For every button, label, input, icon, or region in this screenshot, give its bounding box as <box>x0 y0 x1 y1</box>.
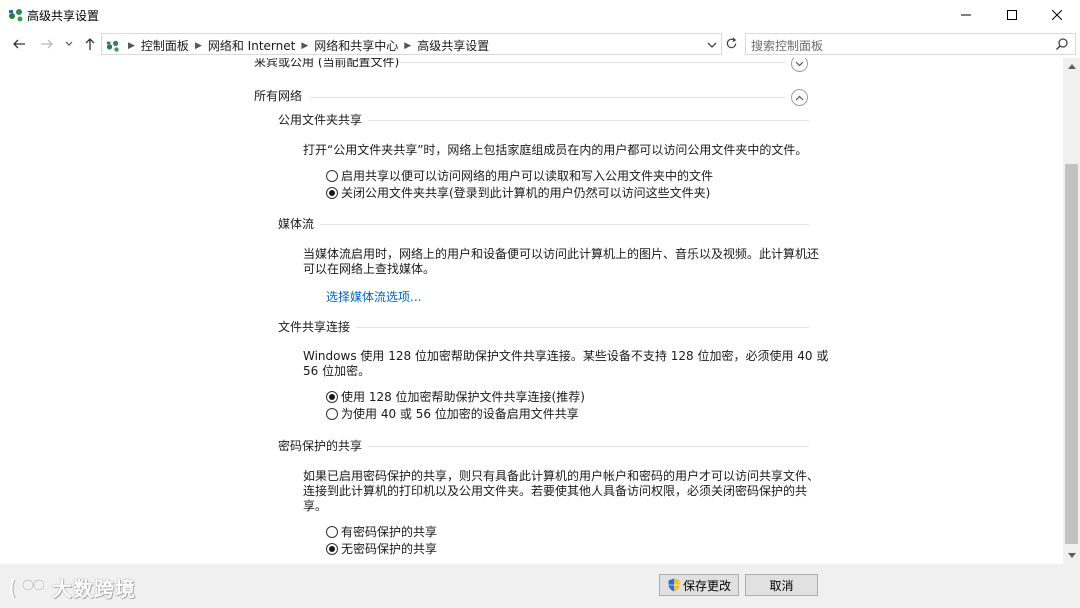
breadcrumb-advanced-sharing[interactable]: 高级共享设置 <box>417 37 489 54</box>
enable-public-sharing-option[interactable]: 启用共享以便可以访问网络的用户可以读取和写入公用文件夹中的文件 <box>326 167 713 184</box>
save-changes-button[interactable]: 保存更改 <box>659 574 739 596</box>
divider <box>310 97 786 98</box>
chevron-right-icon[interactable]: ▶ <box>404 41 411 51</box>
chevron-right-icon[interactable]: ▶ <box>128 41 135 51</box>
maximize-button[interactable] <box>989 0 1035 30</box>
divider <box>368 446 809 447</box>
chevron-right-icon[interactable]: ▶ <box>301 41 308 51</box>
title-bar: 高级共享设置 <box>0 0 1080 30</box>
radio-unchecked[interactable] <box>326 407 338 420</box>
media-streaming-options-link[interactable]: 选择媒体流选项... <box>326 288 421 305</box>
radio-unchecked[interactable] <box>326 525 338 538</box>
collapse-all-networks-button[interactable] <box>791 89 808 106</box>
arrow-up-icon <box>85 38 95 50</box>
settings-content: 来宾或公用 (当前配置文件) 所有网络 公用文件夹共享 打开“公用文件夹共享”时… <box>0 58 1062 564</box>
cancel-button[interactable]: 取消 <box>745 574 818 596</box>
public-folder-description: 打开“公用文件夹共享”时，网络上包括家庭组成员在内的用户都可以访问公用文件夹中的… <box>303 143 808 157</box>
scrollbar-thumb[interactable] <box>1065 164 1078 544</box>
radio-checked[interactable] <box>326 390 338 403</box>
minimize-button[interactable] <box>943 0 989 30</box>
radio-checked[interactable] <box>326 542 338 555</box>
refresh-icon <box>726 36 736 48</box>
footer-bar: 大数跨境 保存更改 取消 <box>0 564 1080 608</box>
address-bar[interactable]: ▶ 控制面板 ▶ 网络和 Internet ▶ 网络和共享中心 ▶ 高级共享设置 <box>101 33 722 55</box>
forward-button[interactable] <box>38 35 56 53</box>
watermark-logo-icon <box>10 577 46 598</box>
watermark: 大数跨境 <box>8 573 136 602</box>
divider <box>356 327 809 328</box>
up-button[interactable] <box>81 35 99 53</box>
chevron-down-icon[interactable] <box>705 38 719 52</box>
media-description-line1: 当媒体流启用时，网络上的用户和设备便可以访问此计算机上的图片、音乐以及视频。此计… <box>303 247 820 261</box>
triangle-up-icon <box>1067 64 1076 69</box>
scroll-down-button[interactable] <box>1063 547 1080 564</box>
network-icon <box>9 9 23 22</box>
watermark-text: 大数跨境 <box>52 577 136 601</box>
vertical-scrollbar[interactable] <box>1063 58 1080 564</box>
close-button[interactable] <box>1034 0 1080 30</box>
shield-icon <box>668 578 680 592</box>
maximize-icon <box>1007 10 1017 20</box>
divider <box>398 62 786 63</box>
file-sharing-connections-title: 文件共享连接 <box>278 320 351 334</box>
media-description-line2: 可以在网络上查找媒体。 <box>303 262 436 276</box>
public-folder-sharing-title: 公用文件夹共享 <box>278 113 363 127</box>
file-conn-description-line1: Windows 使用 128 位加密帮助保护文件共享连接。某些设备不支持 128… <box>303 349 829 363</box>
divider <box>368 120 809 121</box>
all-networks-header[interactable]: 所有网络 <box>254 88 302 104</box>
breadcrumb-network-internet[interactable]: 网络和 Internet <box>208 37 295 54</box>
chevron-down-icon <box>65 41 73 46</box>
back-button[interactable] <box>10 35 28 53</box>
password-description-line2: 连接到此计算机的打印机以及公用文件夹。若要使其他人具备访问权限，必须关闭密码保护… <box>303 484 808 498</box>
breadcrumb-control-panel[interactable]: 控制面板 <box>141 37 189 54</box>
password-description-line3: 享。 <box>303 499 328 513</box>
search-input[interactable]: 搜索控制面板 <box>745 33 1076 55</box>
file-conn-description-line2: 56 位加密。 <box>303 364 371 378</box>
breadcrumb: ▶ 控制面板 ▶ 网络和 Internet ▶ 网络和共享中心 ▶ 高级共享设置 <box>106 37 489 54</box>
password-sharing-title: 密码保护的共享 <box>278 439 363 453</box>
radio-unchecked[interactable] <box>326 169 338 182</box>
window-title: 高级共享设置 <box>27 9 100 23</box>
arrow-left-icon <box>13 39 25 49</box>
divider <box>320 224 809 225</box>
minimize-icon <box>961 14 971 16</box>
chevron-right-icon[interactable]: ▶ <box>195 41 202 51</box>
close-icon <box>1052 10 1062 20</box>
recent-locations-button[interactable] <box>62 35 76 53</box>
disable-public-sharing-option[interactable]: 关闭公用文件夹共享(登录到此计算机的用户仍然可以访问这些文件夹) <box>326 184 710 201</box>
scroll-up-button[interactable] <box>1063 58 1080 75</box>
search-icon[interactable] <box>1055 37 1069 51</box>
use-128-bit-option[interactable]: 使用 128 位加密帮助保护文件共享连接(推荐) <box>326 388 585 405</box>
enable-40-56-bit-option[interactable]: 为使用 40 或 56 位加密的设备启用文件共享 <box>326 405 579 422</box>
navigation-bar: ▶ 控制面板 ▶ 网络和 Internet ▶ 网络和共享中心 ▶ 高级共享设置… <box>0 30 1080 58</box>
media-streaming-title: 媒体流 <box>278 217 315 231</box>
guest-public-profile-header[interactable]: 来宾或公用 (当前配置文件) <box>254 58 399 70</box>
radio-checked[interactable] <box>326 186 338 199</box>
breadcrumb-network-sharing-center[interactable]: 网络和共享中心 <box>314 37 398 54</box>
chevron-down-icon <box>795 61 804 66</box>
search-placeholder: 搜索控制面板 <box>751 39 824 53</box>
network-icon <box>106 40 119 52</box>
arrow-right-icon <box>41 39 53 49</box>
password-protected-option[interactable]: 有密码保护的共享 <box>326 523 437 540</box>
password-description-line1: 如果已启用密码保护的共享，则只有具备此计算机的用户帐户和密码的用户才可以访问共享… <box>303 469 820 483</box>
refresh-button[interactable] <box>722 33 740 53</box>
triangle-down-icon <box>1067 553 1076 558</box>
expand-guest-button[interactable] <box>791 58 808 72</box>
no-password-option[interactable]: 无密码保护的共享 <box>326 540 437 557</box>
chevron-up-icon <box>795 95 804 100</box>
